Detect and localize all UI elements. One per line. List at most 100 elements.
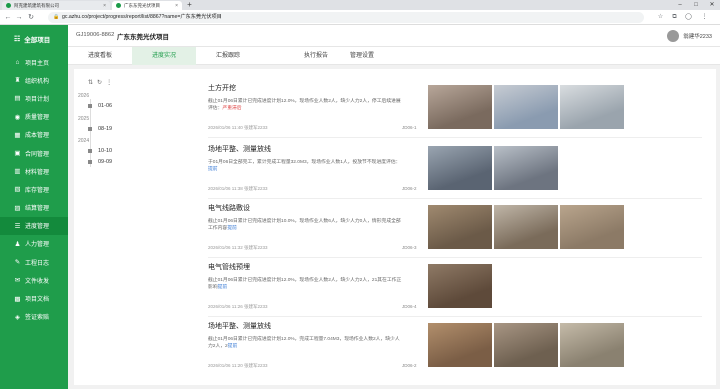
- progress-entry[interactable]: 场地平整、测量放线于01月06日全部完工，累计完成工程量32.0M3，现场作业人…: [208, 144, 424, 173]
- site-photo[interactable]: [560, 323, 624, 367]
- site-photo[interactable]: [494, 205, 558, 249]
- sort-icon[interactable]: ⇅: [88, 80, 97, 86]
- sidebar-item[interactable]: ♜ 组织机构: [0, 71, 68, 89]
- favicon-icon: [116, 3, 121, 8]
- sidebar-item[interactable]: ✎ 工程日志: [0, 253, 68, 271]
- entry-divider: [208, 316, 702, 317]
- site-photo[interactable]: [560, 85, 624, 129]
- sidebar-item[interactable]: ☰ 进度管理: [0, 216, 68, 235]
- entry-code: JD06-2: [402, 186, 417, 191]
- site-photo[interactable]: [560, 205, 624, 249]
- calendar-icon: [88, 127, 92, 131]
- entry-code: JD06-3: [402, 245, 417, 250]
- close-tab-icon[interactable]: ×: [175, 3, 178, 9]
- entry-meta: 2026/01/06 11:32 张建军2233: [208, 245, 268, 250]
- forward-icon[interactable]: →: [15, 13, 23, 22]
- progress-entry[interactable]: 土方开挖 截止01月06日累计已完成进度计划12.0%，现场作业人数2人，缺少人力…: [208, 83, 424, 112]
- more-icon[interactable]: ⋮: [106, 80, 116, 86]
- sidebar-item-label: 成本管理: [25, 133, 50, 140]
- org-icon: ♜: [14, 77, 21, 85]
- refresh-icon[interactable]: ↻: [97, 80, 106, 86]
- site-photo[interactable]: [428, 264, 492, 308]
- browser-tab-1[interactable]: 阿克建筑建筑有限公司 ×: [2, 1, 110, 10]
- all-projects-link[interactable]: ☷ 全部项目: [0, 25, 68, 53]
- site-photo[interactable]: [428, 205, 492, 249]
- timeline-date[interactable]: 10-10: [88, 148, 112, 154]
- reload-icon[interactable]: ↻: [27, 13, 35, 22]
- tab-progress-live[interactable]: 进度实况: [132, 47, 196, 65]
- project-title: 广东东莞光伏项目: [117, 34, 169, 41]
- tab-progress-board[interactable]: 进度看板: [68, 47, 132, 65]
- url-input[interactable]: 🔒 gc.azhu.co/project/progress/report/lis…: [48, 12, 644, 23]
- settle-icon: ▨: [14, 204, 21, 212]
- site-photo[interactable]: [494, 146, 558, 190]
- window-close-icon[interactable]: ✕: [704, 0, 720, 10]
- sidebar-item[interactable]: ✉ 文件收发: [0, 271, 68, 289]
- maximize-icon[interactable]: □: [688, 0, 704, 10]
- sidebar-item-label: 人力管理: [25, 242, 50, 249]
- minimize-icon[interactable]: –: [672, 0, 688, 10]
- timeline-date-label: 01-06: [98, 103, 113, 109]
- timeline-toolbar: ⇅↻⋮: [88, 79, 116, 86]
- sidebar-item[interactable]: ◉ 质量管理: [0, 108, 68, 126]
- site-photo[interactable]: [494, 85, 558, 129]
- menu-icon[interactable]: ⋮: [700, 13, 709, 22]
- user-menu[interactable]: 翁建华2233: [667, 30, 712, 42]
- timeline-date[interactable]: 08-19: [88, 126, 112, 132]
- sidebar-item[interactable]: ▧ 库存管理: [0, 180, 68, 198]
- entry-desc-text: 于01月06日全部完工，累计完成工程量32.0M3，现场作业人数1人，投放节不现…: [208, 160, 401, 165]
- photo-strip: [428, 146, 558, 190]
- timeline-date[interactable]: 01-06: [88, 103, 112, 109]
- sidebar-item[interactable]: ▤ 项目计划: [0, 89, 68, 107]
- progress-tabs: 进度看板 进度实况 汇报跟踪 执行报告 管理设置: [68, 47, 720, 65]
- new-tab-button[interactable]: +: [185, 1, 194, 9]
- site-photo[interactable]: [428, 323, 492, 367]
- site-photo[interactable]: [428, 85, 492, 129]
- entry-title: 场地平整、测量放线: [208, 146, 271, 153]
- sidebar-item[interactable]: ▦ 成本管理: [0, 126, 68, 144]
- sidebar-item-label: 工程日志: [25, 260, 50, 267]
- url-text: gc.azhu.co/project/progress/report/list/…: [62, 14, 222, 20]
- sidebar-item[interactable]: ▣ 合同管理: [0, 144, 68, 162]
- site-photo[interactable]: [428, 146, 492, 190]
- avatar: [667, 30, 680, 42]
- sidebar-item[interactable]: ▨ 结算管理: [0, 199, 68, 217]
- entry-code: JD06-1: [402, 125, 417, 130]
- quality-icon: ◉: [14, 113, 21, 121]
- star-icon[interactable]: ☆: [656, 13, 665, 22]
- sidebar-item[interactable]: ⌂ 项目主页: [0, 53, 68, 71]
- sidebar-item[interactable]: ▥ 材料管理: [0, 162, 68, 180]
- entry-description: 截止01月06日累计已完成进度计划10.0%，现场作业人数6人，缺少人力0人，情…: [208, 218, 404, 232]
- sidebar-item[interactable]: ▩ 项目文档: [0, 289, 68, 307]
- cost-icon: ▦: [14, 131, 21, 139]
- status-badge: 提前: [208, 167, 218, 172]
- profile-icon[interactable]: ◯: [684, 13, 693, 22]
- sidebar-item-label: 质量管理: [25, 115, 50, 122]
- timeline-date-label: 09-09: [98, 159, 113, 165]
- back-icon[interactable]: ←: [4, 13, 12, 22]
- calendar-icon: [88, 149, 92, 153]
- address-bar-row: ← → ↻ 🔒 gc.azhu.co/project/progress/repo…: [0, 10, 720, 25]
- sidebar-item-label: 文件收发: [25, 278, 50, 285]
- sidebar-item[interactable]: ♟ 人力管理: [0, 235, 68, 253]
- close-tab-icon[interactable]: ×: [103, 3, 106, 9]
- browser-tab-2[interactable]: 广东东莞光伏项目 ×: [112, 1, 182, 10]
- entry-title: 电气管线预埋: [208, 264, 250, 271]
- timeline-date-label: 10-10: [98, 148, 113, 154]
- site-photo[interactable]: [494, 323, 558, 367]
- entry-description: 截止01月06日累计已完成进度计划12.0%，现场作业人数2人，缺少人力2人，停…: [208, 98, 404, 112]
- timeline-date-label: 08-19: [98, 126, 113, 132]
- people-icon: ♟: [14, 240, 21, 248]
- sidebar-item[interactable]: ◈ 签证索赔: [0, 308, 68, 326]
- progress-entry[interactable]: 电气线路敷设 截止01月06日累计已完成进度计划10.0%，现场作业人数6人，缺少…: [208, 203, 424, 232]
- tab-management-settings[interactable]: 管理设置: [330, 47, 394, 65]
- extensions-icon[interactable]: ⧉: [670, 13, 679, 22]
- progress-entry[interactable]: 电气管线预埋 截止01月06日累计已完成进度计划12.0%，现场作业人数2人，缺少…: [208, 262, 424, 291]
- timeline-date[interactable]: 09-09: [88, 159, 112, 165]
- progress-entry[interactable]: 场地平整、测量放线 截止01月06日累计已完成进度计划12.0%，完成工程量7.0…: [208, 321, 424, 350]
- timeline-line: [89, 99, 91, 167]
- plan-icon: ▤: [14, 95, 21, 103]
- tab-report-tracking[interactable]: 汇报跟踪: [196, 47, 260, 65]
- entry-code: JD06-4: [402, 304, 417, 309]
- entry-code: JD06-2: [402, 363, 417, 368]
